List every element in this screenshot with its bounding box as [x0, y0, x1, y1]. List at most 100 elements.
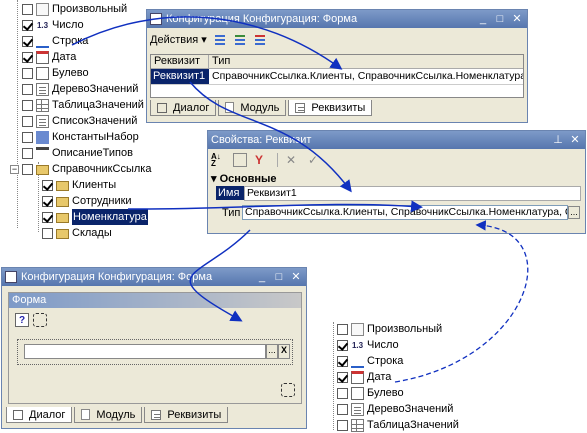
close-button[interactable]: ✕	[568, 134, 582, 146]
form-designer: Форма ? ... X	[8, 292, 302, 404]
checkbox[interactable]	[22, 83, 33, 95]
checkbox[interactable]	[22, 131, 33, 143]
placeholder-icon[interactable]	[33, 313, 47, 327]
tree-item-value-table[interactable]: ТаблицаЗначений	[22, 97, 144, 113]
checkbox[interactable]	[337, 419, 348, 431]
tree-item-boolean[interactable]: Булево	[22, 65, 89, 81]
actions-menu[interactable]: Действия ▾	[150, 33, 207, 46]
tree-item-catalog-ref[interactable]: − СправочникСсылка	[10, 161, 151, 177]
checkbox[interactable]	[22, 115, 33, 127]
type-more-button[interactable]: ...	[568, 206, 580, 219]
checkbox[interactable]	[22, 51, 33, 63]
maximize-button[interactable]: □	[272, 271, 286, 283]
checkbox[interactable]	[42, 227, 53, 239]
tree-item-number[interactable]: 1.3 Число	[337, 337, 399, 353]
maximize-button[interactable]: □	[493, 13, 507, 25]
tree-item-warehouses[interactable]: Склады	[42, 225, 112, 241]
tree-item-arbitrary[interactable]: Произвольный	[337, 321, 442, 337]
help-icon[interactable]: ?	[15, 313, 29, 327]
form-command-bar: ?	[15, 313, 47, 327]
checkbox[interactable]	[42, 211, 53, 223]
tree-item-nomenclature[interactable]: Номенклатура	[42, 209, 148, 225]
arrow-tree-to-type-dashed	[394, 220, 529, 383]
table-header: Реквизит Тип	[151, 55, 523, 69]
close-button[interactable]: ✕	[289, 271, 303, 283]
checkbox[interactable]	[22, 35, 33, 47]
window-title: Конфигурация Конфигурация: Форма	[21, 271, 213, 283]
tree-item-value-table[interactable]: ТаблицаЗначений	[337, 417, 459, 433]
tree-item-constants[interactable]: КонстантыНабор	[22, 129, 139, 145]
checkbox[interactable]	[42, 195, 53, 207]
tree-item-type-desc[interactable]: ОписаниеТипов	[22, 145, 133, 161]
type-field[interactable]: СправочникСсылка.Клиенты, СправочникСсыл…	[242, 205, 568, 220]
checkbox[interactable]	[337, 387, 348, 399]
tab-attributes[interactable]: Реквизиты	[288, 100, 373, 116]
boolean-icon	[351, 386, 364, 400]
table-icon	[351, 418, 364, 432]
checkbox[interactable]	[337, 355, 348, 367]
tree-item-value-list[interactable]: СписокЗначений	[22, 113, 137, 129]
apply-icon[interactable]: ✓	[308, 153, 322, 167]
tree-item-date[interactable]: Дата	[22, 49, 76, 65]
cancel-icon[interactable]: ✕	[286, 153, 300, 167]
tree-item-number[interactable]: 1.3 Число	[22, 17, 84, 33]
column-header-name: Реквизит	[151, 55, 209, 68]
checkbox[interactable]	[22, 147, 33, 159]
module-icon	[225, 102, 235, 113]
tab-dialog[interactable]: Диалог	[6, 407, 73, 423]
calendar-icon	[36, 50, 49, 64]
tab-dialog[interactable]: Диалог	[150, 100, 217, 116]
tree-item-employees[interactable]: Сотрудники	[42, 193, 132, 209]
checkbox[interactable]	[337, 371, 348, 383]
tree-item-string[interactable]: Строка	[22, 33, 88, 49]
doc-icon	[36, 2, 49, 16]
placeholder-icon[interactable]	[281, 383, 295, 397]
add-row-icon[interactable]	[212, 32, 227, 46]
close-button[interactable]: ✕	[510, 13, 524, 25]
filter-icon[interactable]: Y	[255, 153, 269, 167]
dialog-window: Конфигурация Конфигурация: Форма _ □ ✕ Ф…	[1, 267, 307, 429]
attribute-input[interactable]	[24, 344, 266, 359]
checkbox[interactable]	[22, 3, 33, 15]
minimize-button[interactable]: _	[255, 271, 269, 283]
minimize-button[interactable]: _	[476, 13, 490, 25]
tree-item-boolean[interactable]: Булево	[337, 385, 404, 401]
edit-row-icon[interactable]	[232, 32, 247, 46]
tree-item-arbitrary[interactable]: Произвольный	[22, 1, 127, 17]
checkbox[interactable]	[22, 99, 33, 111]
row-name-cell[interactable]: Реквизит1	[151, 69, 209, 84]
delete-row-icon[interactable]	[252, 32, 267, 46]
tree-item-date[interactable]: Дата	[337, 369, 391, 385]
checkbox[interactable]	[337, 403, 348, 415]
table-row[interactable]: Реквизит1 СправочникСсылка.Клиенты, Спра…	[151, 69, 523, 85]
checkbox[interactable]	[42, 179, 53, 191]
clear-button[interactable]: X	[278, 344, 290, 359]
tree-icon	[36, 82, 49, 96]
tree-item-clients[interactable]: Клиенты	[42, 177, 116, 193]
properties-window: Свойства: Реквизит ⊥ ✕ A↓ Z Y ✕ ✓ ▾ Основ…	[207, 130, 586, 234]
sort-az-icon[interactable]: A↓ Z	[211, 153, 225, 168]
checkbox[interactable]	[22, 163, 33, 175]
checkbox[interactable]	[337, 339, 348, 351]
name-field[interactable]: Реквизит1	[244, 186, 581, 201]
categories-icon[interactable]	[233, 153, 247, 167]
tree-item-string[interactable]: Строка	[337, 353, 403, 369]
tab-module[interactable]: Модуль	[218, 100, 287, 116]
tab-module[interactable]: Модуль	[74, 407, 143, 423]
window-title: Свойства: Реквизит	[211, 134, 312, 146]
checkbox[interactable]	[22, 19, 33, 31]
pin-icon[interactable]: ⊥	[551, 134, 565, 146]
doc-icon	[351, 322, 364, 336]
section-basic[interactable]: ▾ Основные	[211, 172, 277, 185]
checkbox[interactable]	[22, 67, 33, 79]
title-bar: Конфигурация Конфигурация: Форма _ □ ✕	[147, 10, 527, 28]
tab-bar: Диалог Модуль Реквизиты	[6, 407, 229, 423]
tree-item-value-tree[interactable]: ДеревоЗначений	[22, 81, 138, 97]
tab-attributes[interactable]: Реквизиты	[144, 407, 229, 423]
checkbox[interactable]	[337, 323, 348, 335]
form-title-bar: Форма	[9, 293, 301, 308]
tree-item-value-tree[interactable]: ДеревоЗначений	[337, 401, 453, 417]
row-type-cell[interactable]: СправочникСсылка.Клиенты, СправочникСсыл…	[209, 69, 523, 84]
collapse-icon[interactable]: −	[10, 164, 19, 174]
more-button[interactable]: ...	[266, 344, 278, 359]
